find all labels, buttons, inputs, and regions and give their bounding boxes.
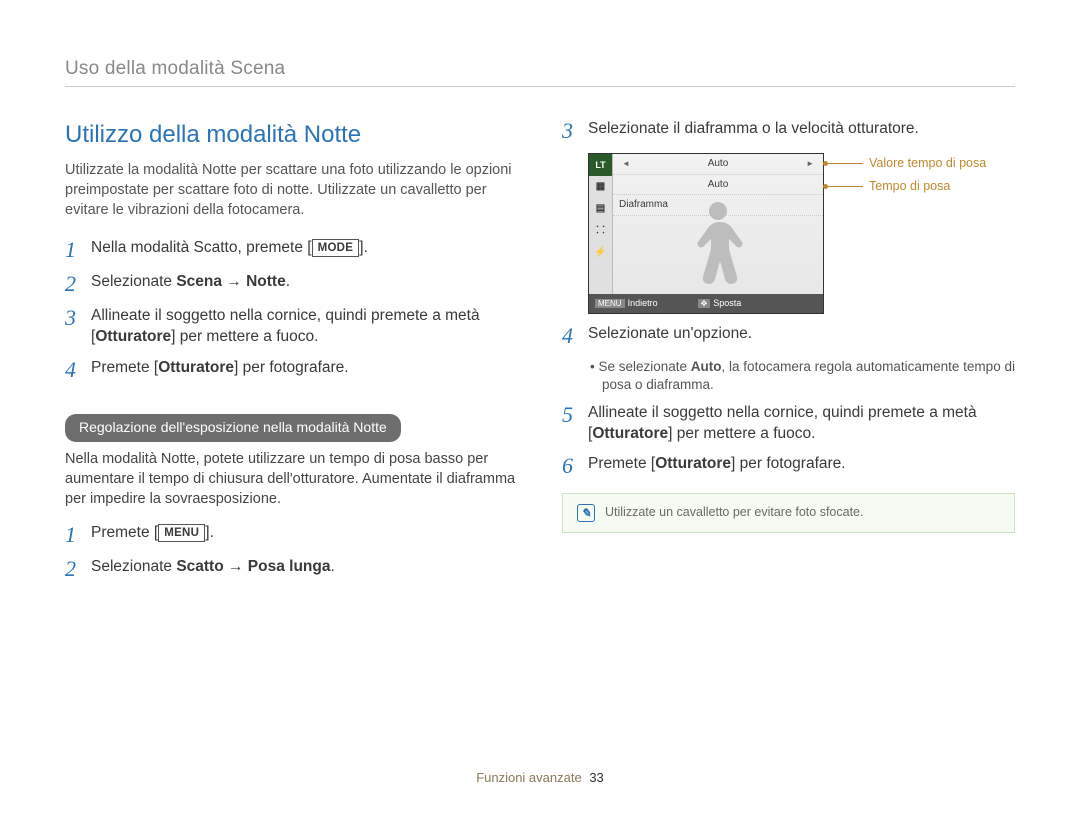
step-body: Selezionate Scena → Notte. — [91, 272, 518, 293]
callout-label: Tempo di posa — [869, 178, 950, 195]
steps-list-main: 1 Nella modalità Scatto, premete [MODE].… — [65, 238, 518, 382]
note-box: ✎ Utilizzate un cavalletto per evitare f… — [562, 493, 1015, 533]
lcd-value: Auto — [633, 157, 803, 171]
step-text: Premete [ — [91, 524, 158, 541]
intro-text: Utilizzate la modalità Notte per scattar… — [65, 161, 518, 220]
steps-list-right-cont: 4 Selezionate un'opzione. — [562, 324, 1015, 348]
callout-line — [827, 163, 863, 164]
step-text: ] per mettere a fuoco. — [171, 328, 318, 345]
breadcrumb-header: Uso della modalità Scena — [65, 58, 1015, 87]
step-body: Selezionate il diaframma o la velocità o… — [588, 119, 1015, 140]
step-bold: Otturatore — [95, 328, 171, 345]
lcd-menu-key: MENU — [595, 299, 625, 308]
lcd-wrap: LT ▦ ▤ ⸬ ⚡ ◄Auto► Auto Diaframma — [562, 153, 1015, 314]
step-text: Premete [ — [91, 359, 158, 376]
steps-list-right: 3 Selezionate il diaframma o la velocità… — [562, 119, 1015, 143]
step-sub-bullet: Se selezionate Auto, la fotocamera regol… — [602, 358, 1015, 394]
steps-list-sub: 1 Premete [MENU]. 2 Selezionate Scatto →… — [65, 523, 518, 581]
subsection-intro: Nella modalità Notte, potete utilizzare … — [65, 450, 518, 509]
step-number: 5 — [562, 403, 588, 427]
section-title: Utilizzo della modalità Notte — [65, 119, 518, 151]
lcd-focus-icon: ⸬ — [589, 220, 612, 242]
step-text: Selezionate — [91, 558, 176, 575]
lcd-row-shutter: Auto — [613, 175, 823, 196]
step-text: ]. — [205, 524, 214, 541]
lcd-value: Auto — [625, 178, 811, 192]
step-number: 3 — [562, 119, 588, 143]
left-arrow-icon: ◄ — [619, 159, 633, 170]
step-bold: Scena → Notte — [176, 273, 285, 290]
lcd-move-label: Sposta — [713, 298, 741, 308]
step-number: 3 — [65, 306, 91, 330]
lcd-quality-icon: ▤ — [589, 198, 612, 220]
footer-section: Funzioni avanzate — [476, 770, 582, 785]
silhouette-icon — [683, 194, 753, 294]
menu-key: MENU — [158, 524, 205, 542]
step-text: . — [330, 558, 334, 575]
step-text: . — [286, 273, 290, 290]
step-body: Premete [Otturatore] per fotografare. — [588, 454, 1015, 475]
right-arrow-icon: ► — [803, 159, 817, 170]
lcd-row-aperture: ◄Auto► — [613, 154, 823, 175]
lcd-lt-icon: LT — [589, 154, 612, 176]
lcd-callouts: Valore tempo di posa Tempo di posa — [827, 155, 986, 201]
note-icon: ✎ — [577, 504, 595, 522]
content-columns: Utilizzo della modalità Notte Utilizzate… — [65, 119, 1015, 591]
lcd-flash-icon: ⚡ — [589, 242, 612, 264]
callout-line — [827, 186, 863, 187]
lcd-back-label: Indietro — [628, 298, 658, 308]
sub-text: Se selezionate — [598, 359, 690, 374]
step-number: 6 — [562, 454, 588, 478]
step-bold: Scatto → Posa lunga — [176, 558, 330, 575]
step-number: 4 — [562, 324, 588, 348]
step-body: Premete [MENU]. — [91, 523, 518, 544]
note-text: Utilizzate un cavalletto per evitare fot… — [605, 504, 863, 521]
step-number: 2 — [65, 557, 91, 581]
step-number: 1 — [65, 238, 91, 262]
step-text: ]. — [359, 239, 368, 256]
step-text: Selezionate — [91, 273, 176, 290]
step-text: Selezionate il diaframma o la velocità o… — [588, 119, 1015, 140]
step-text: ] per fotografare. — [234, 359, 349, 376]
right-column: 3 Selezionate il diaframma o la velocità… — [562, 119, 1015, 591]
page-footer: Funzioni avanzate 33 — [0, 770, 1080, 785]
lcd-screen: LT ▦ ▤ ⸬ ⚡ ◄Auto► Auto Diaframma — [588, 153, 824, 314]
step-number: 1 — [65, 523, 91, 547]
step-text: Premete [ — [588, 455, 655, 472]
step-text: Selezionate un'opzione. — [588, 324, 1015, 345]
step-body: Selezionate un'opzione. — [588, 324, 1015, 345]
step-number: 2 — [65, 272, 91, 296]
mode-key: MODE — [312, 239, 360, 257]
lcd-sidebar: LT ▦ ▤ ⸬ ⚡ — [589, 154, 613, 294]
callout-label: Valore tempo di posa — [869, 155, 986, 172]
subsection-pill: Regolazione dell'esposizione nella modal… — [65, 414, 401, 442]
step-body: Premete [Otturatore] per fotografare. — [91, 358, 518, 379]
step-body: Nella modalità Scatto, premete [MODE]. — [91, 238, 518, 259]
step-bold: Otturatore — [158, 359, 234, 376]
lcd-size-icon: ▦ — [589, 176, 612, 198]
step-body: Selezionate Scatto → Posa lunga. — [91, 557, 518, 578]
step-body: Allineate il soggetto nella cornice, qui… — [588, 403, 1015, 445]
step-bold: Otturatore — [592, 425, 668, 442]
step-bold: Otturatore — [655, 455, 731, 472]
step-text: ] per fotografare. — [731, 455, 846, 472]
lcd-footer: MENUIndietro ✥Sposta — [589, 294, 823, 313]
step-body: Allineate il soggetto nella cornice, qui… — [91, 306, 518, 348]
step-number: 4 — [65, 358, 91, 382]
lcd-move-key: ✥ — [698, 299, 711, 308]
step-text: Nella modalità Scatto, premete [ — [91, 239, 312, 256]
step-text: ] per mettere a fuoco. — [668, 425, 815, 442]
sub-bold: Auto — [691, 359, 722, 374]
footer-page-number: 33 — [589, 770, 603, 785]
left-column: Utilizzo della modalità Notte Utilizzate… — [65, 119, 518, 591]
steps-list-right-cont2: 5 Allineate il soggetto nella cornice, q… — [562, 403, 1015, 479]
